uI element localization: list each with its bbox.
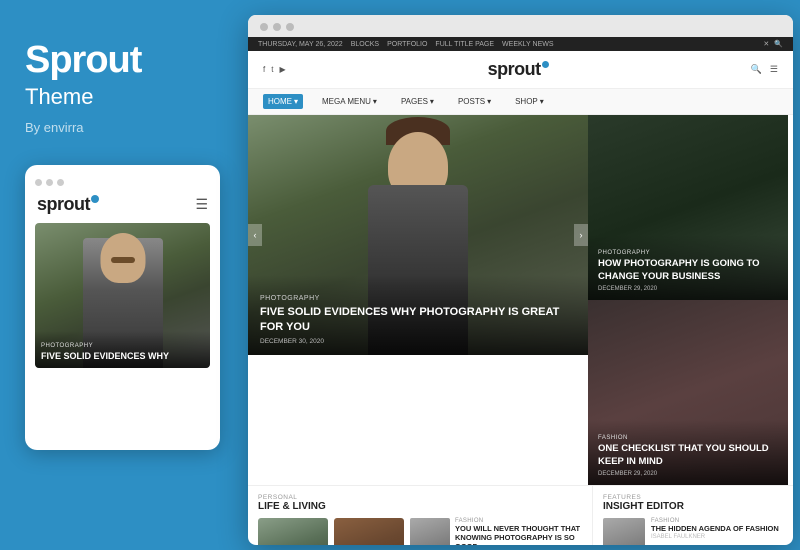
social-twitter[interactable]: t (271, 65, 273, 74)
site-topbar-nav: BLOCKS PORTFOLIO FULL TITLE PAGE WEEKLY … (351, 41, 554, 48)
mobile-dot-2 (46, 179, 53, 186)
hero-caption: PHOTOGRAPHY FIVE SOLID EVIDENCES WHY PHO… (248, 275, 588, 355)
mobile-hero-mustache (111, 257, 135, 263)
social-youtube[interactable]: ▶ (279, 65, 285, 74)
social-facebook[interactable]: f (263, 65, 265, 74)
topbar-link-portfolio[interactable]: PORTFOLIO (387, 41, 427, 48)
nav-megamenu[interactable]: MEGA MENU ▾ (317, 94, 382, 109)
hero-next-button[interactable]: › (574, 224, 588, 246)
mobile-menu-icon[interactable]: ☰ (195, 196, 208, 213)
mobile-dot-3 (57, 179, 64, 186)
site-logo[interactable]: sprout (488, 59, 549, 80)
mobile-mockup: sprout ☰ PHOTOGRAPHY FIVE SOLID EVIDENCE… (25, 165, 220, 450)
lower-article-thumb-2 (334, 518, 404, 545)
mobile-logo: sprout (37, 194, 99, 215)
lower-article-list: FASHION YOU WILL NEVER THOUGHT THAT KNOW… (410, 518, 582, 545)
theme-name: Sprout (25, 40, 220, 82)
right-article-author-1: ISABEL FAULKNER (651, 534, 783, 540)
mobile-hero-image: PHOTOGRAPHY FIVE SOLID EVIDENCES WHY (35, 223, 210, 368)
browser-dot-yellow (273, 23, 281, 31)
mobile-hero-title: FIVE SOLID EVIDENCES WHY (41, 351, 204, 362)
theme-author: By envirra (25, 120, 220, 135)
lower-right: FEATURES INSIGHT EDITOR FASHION THE HIDD… (593, 486, 793, 545)
site-logo-dot (542, 61, 549, 68)
hero-prev-button[interactable]: ‹ (248, 224, 262, 246)
article-title-1: YOU WILL NEVER THOUGHT THAT KNOWING PHOT… (455, 524, 582, 545)
hero-card-2: FASHION ONE CHECKLIST THAT YOU SHOULD KE… (588, 300, 788, 485)
site-topbar: THURSDAY, MAY 26, 2022 BLOCKS PORTFOLIO … (248, 37, 793, 51)
right-article-text-1: FASHION THE HIDDEN AGENDA OF FASHION ISA… (651, 518, 783, 540)
nav-posts[interactable]: POSTS ▾ (453, 94, 496, 109)
topbar-link-fullpage[interactable]: FULL TITLE PAGE (435, 41, 494, 48)
lower-left-articles: FASHION YOU WILL NEVER THOUGHT THAT KNOW… (258, 518, 582, 545)
site-topbar-right: ✕ 🔍 (763, 40, 783, 48)
lower-left: PERSONAL LIFE & LIVING FASHION YOU WILL … (248, 486, 593, 545)
mobile-logo-dot (91, 195, 99, 203)
nav-pages[interactable]: PAGES ▾ (396, 94, 439, 109)
hero-card-1-title: HOW PHOTOGRAPHY IS GOING TO CHANGE YOUR … (598, 258, 778, 283)
theme-subtitle: Theme (25, 84, 220, 110)
hero-card-1-category: PHOTOGRAPHY (598, 250, 778, 256)
hero-card-2-date: DECEMBER 29, 2020 (598, 471, 778, 477)
browser-window: THURSDAY, MAY 26, 2022 BLOCKS PORTFOLIO … (248, 15, 793, 545)
article-tiny-thumb-1 (410, 518, 450, 545)
topbar-icon-x[interactable]: ✕ (763, 40, 769, 48)
left-panel: Sprout Theme By envirra sprout ☰ PHOTOGR… (0, 0, 245, 550)
mobile-dots (35, 179, 210, 186)
right-article-title-1: THE HIDDEN AGENDA OF FASHION (651, 524, 783, 533)
hero-card-1-date: DECEMBER 29, 2020 (598, 286, 778, 292)
site-content: ‹ › PHOTOGRAPHY FIVE SOLID EVIDENCES WHY… (248, 115, 793, 485)
lower-content: PERSONAL LIFE & LIVING FASHION YOU WILL … (248, 485, 793, 545)
site-header-actions: 🔍 ☰ (751, 64, 778, 75)
hero-card-1-overlay: PHOTOGRAPHY HOW PHOTOGRAPHY IS GOING TO … (588, 235, 788, 300)
site-topbar-left: THURSDAY, MAY 26, 2022 BLOCKS PORTFOLIO … (258, 41, 554, 48)
lower-right-label: FEATURES (603, 494, 783, 501)
lower-left-label: PERSONAL (258, 494, 582, 501)
mobile-header: sprout ☰ (35, 194, 210, 215)
nav-home[interactable]: HOME ▾ (263, 94, 303, 109)
browser-chrome (248, 15, 793, 37)
topbar-link-blocks[interactable]: BLOCKS (351, 41, 379, 48)
right-article-thumb-1 (603, 518, 645, 545)
site-header-social: f t ▶ (263, 65, 286, 74)
hero-section: ‹ › PHOTOGRAPHY FIVE SOLID EVIDENCES WHY… (248, 115, 588, 355)
browser-dot-green (286, 23, 294, 31)
lower-article-thumb-1 (258, 518, 328, 545)
header-menu-icon[interactable]: ☰ (770, 64, 778, 75)
hero-date: DECEMBER 30, 2020 (260, 338, 576, 345)
mobile-hero-category: PHOTOGRAPHY (41, 343, 204, 349)
hero-card-2-title: ONE CHECKLIST THAT YOU SHOULD KEEP IN MI… (598, 443, 778, 468)
hero-card-2-overlay: FASHION ONE CHECKLIST THAT YOU SHOULD KE… (588, 420, 788, 485)
lower-right-title: INSIGHT EDITOR (603, 501, 783, 512)
article-text-1: FASHION YOU WILL NEVER THOUGHT THAT KNOW… (455, 518, 582, 545)
topbar-link-weekly[interactable]: WEEKLY NEWS (502, 41, 553, 48)
mobile-dot-1 (35, 179, 42, 186)
topbar-date: THURSDAY, MAY 26, 2022 (258, 41, 343, 48)
header-search-icon[interactable]: 🔍 (751, 64, 762, 75)
hero-card-2-category: FASHION (598, 435, 778, 441)
right-articles: FASHION THE HIDDEN AGENDA OF FASHION ISA… (603, 518, 783, 545)
list-item: FASHION THE HIDDEN AGENDA OF FASHION ISA… (603, 518, 783, 545)
hero-card-1: PHOTOGRAPHY HOW PHOTOGRAPHY IS GOING TO … (588, 115, 788, 300)
hero-category: PHOTOGRAPHY (260, 295, 576, 302)
site-nav: HOME ▾ MEGA MENU ▾ PAGES ▾ POSTS ▾ SHOP … (248, 89, 793, 115)
hero-right-cards: PHOTOGRAPHY HOW PHOTOGRAPHY IS GOING TO … (588, 115, 788, 485)
nav-shop[interactable]: SHOP ▾ (510, 94, 549, 109)
topbar-icon-search[interactable]: 🔍 (774, 40, 783, 48)
browser-dot-red (260, 23, 268, 31)
mobile-hero-caption: PHOTOGRAPHY FIVE SOLID EVIDENCES WHY (35, 331, 210, 368)
list-item: FASHION YOU WILL NEVER THOUGHT THAT KNOW… (410, 518, 582, 545)
hero-title: FIVE SOLID EVIDENCES WHY PHOTOGRAPHY IS … (260, 305, 576, 334)
lower-left-title: LIFE & LIVING (258, 501, 582, 512)
site-header: f t ▶ sprout 🔍 ☰ (248, 51, 793, 89)
